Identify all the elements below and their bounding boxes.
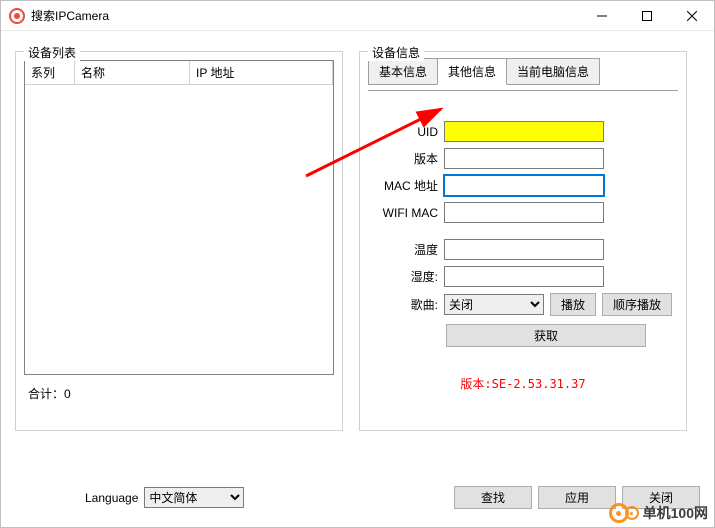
col-ip[interactable]: IP 地址 [190,61,333,84]
uid-label: UID [372,125,444,139]
watermark-text: 单机100网 [643,503,708,523]
apply-button[interactable]: 应用 [538,486,616,509]
other-info-form: UID 版本 MAC 地址 WIFI MAC 温度 [368,91,678,396]
play-button[interactable]: 播放 [550,293,596,316]
device-info-group: 设备信息 基本信息 其他信息 当前电脑信息 UID 版本 MAC 地址 [359,51,687,431]
seq-play-button[interactable]: 顺序播放 [602,293,672,316]
version-input[interactable] [444,148,604,169]
mac-label: MAC 地址 [372,177,444,194]
maximize-button[interactable] [624,1,669,30]
titlebar: 搜索IPCamera [1,1,714,31]
bottom-bar: Language 中文简体 查找 应用 关闭 [15,486,700,509]
song-select[interactable]: 关闭 [444,294,544,315]
window-title: 搜索IPCamera [31,7,579,24]
fetch-button[interactable]: 获取 [446,324,646,347]
watermark: 单机100网 [609,503,708,523]
device-list-group: 设备列表 系列 名称 IP 地址 合计：0 [15,51,343,431]
col-series[interactable]: 系列 [25,61,75,84]
wifimac-label: WIFI MAC [372,206,444,220]
info-tabs: 基本信息 其他信息 当前电脑信息 [368,58,678,85]
wifimac-input[interactable] [444,202,604,223]
window-controls [579,1,714,30]
humidity-label: 湿度: [372,268,444,285]
tab-pc-info[interactable]: 当前电脑信息 [506,58,600,85]
humidity-input[interactable] [444,266,604,287]
total-count: 合计：0 [24,385,334,402]
mac-input[interactable] [444,175,604,196]
language-select[interactable]: 中文简体 [144,487,244,508]
uid-input[interactable] [444,121,604,142]
minimize-button[interactable] [579,1,624,30]
table-header: 系列 名称 IP 地址 [25,61,333,85]
close-button[interactable] [669,1,714,30]
col-name[interactable]: 名称 [75,61,190,84]
temp-input[interactable] [444,239,604,260]
device-list-legend: 设备列表 [24,44,80,61]
version-label: 版本 [372,150,444,167]
version-text: 版本:SE-2.53.31.37 [372,375,674,392]
temp-label: 温度 [372,241,444,258]
device-table[interactable]: 系列 名称 IP 地址 [24,60,334,375]
app-icon [9,8,25,24]
tab-basic-info[interactable]: 基本信息 [368,58,438,85]
watermark-logo-icon [609,503,639,523]
device-info-legend: 设备信息 [368,44,424,61]
song-label: 歌曲: [372,296,444,313]
search-button[interactable]: 查找 [454,486,532,509]
language-label: Language [85,491,138,505]
tab-other-info[interactable]: 其他信息 [437,58,507,85]
